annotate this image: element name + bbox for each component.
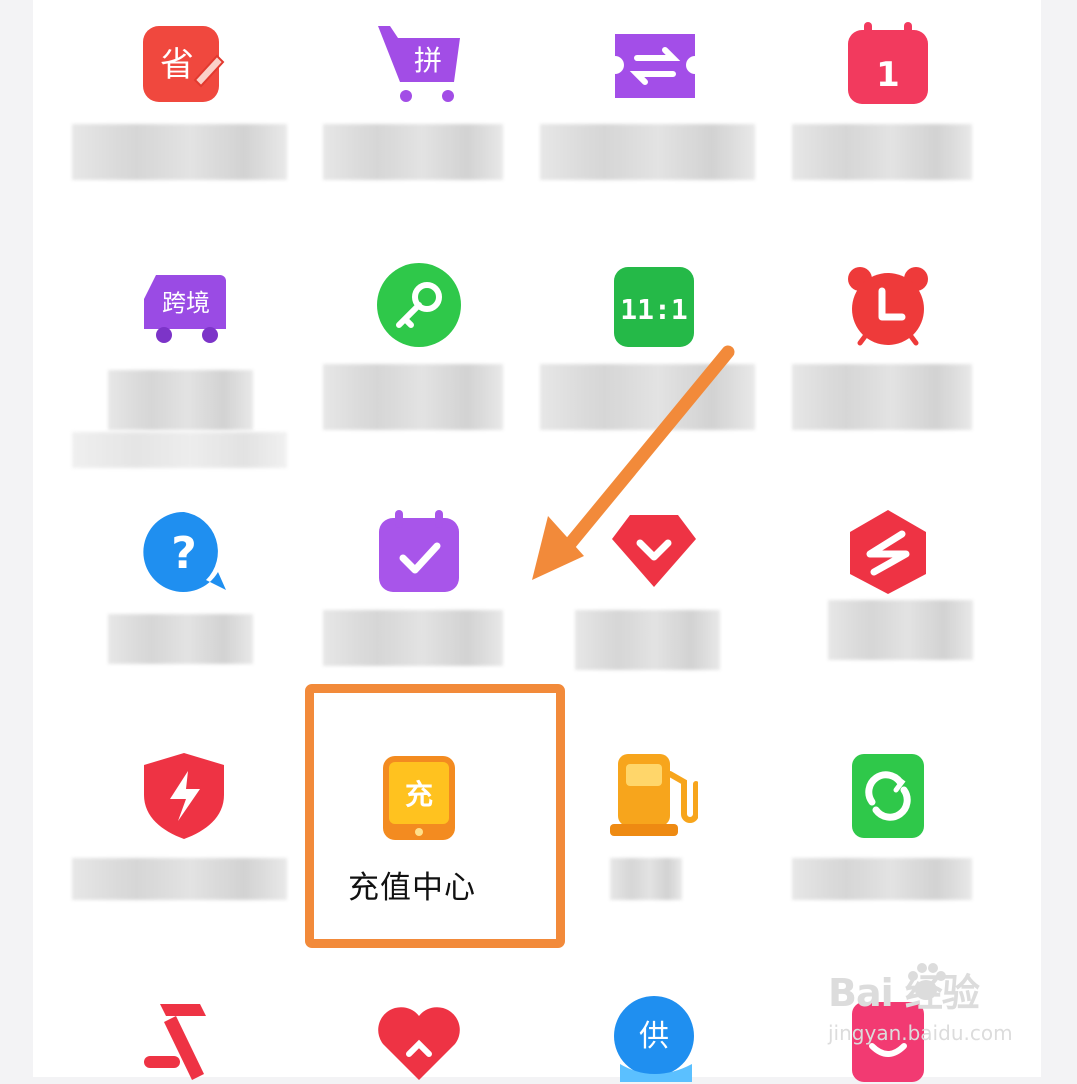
blurred-label — [792, 858, 972, 900]
blurred-label — [72, 858, 287, 900]
group-buy-cart-icon[interactable]: 拼 — [376, 18, 464, 106]
blurred-label — [108, 614, 253, 664]
calendar-day-icon[interactable]: 1 — [844, 20, 932, 108]
svg-text:?: ? — [171, 528, 197, 579]
svg-text:拼: 拼 — [414, 44, 442, 77]
cross-border-truck-icon[interactable]: 跨境 — [140, 261, 228, 349]
blurred-label — [540, 124, 755, 180]
help-question-icon[interactable]: ? — [140, 508, 228, 596]
blurred-label — [540, 364, 755, 430]
blurred-label — [72, 432, 287, 468]
paw-logo-icon — [908, 963, 946, 1000]
blurred-label — [610, 858, 682, 900]
blurred-label — [323, 610, 503, 666]
counter-display-icon[interactable]: 11:1 — [610, 263, 698, 351]
lightning-shield-icon[interactable] — [140, 751, 228, 839]
supply-globe-icon[interactable]: 供 — [610, 994, 698, 1082]
heart-icon[interactable] — [375, 996, 463, 1084]
key-icon[interactable] — [375, 261, 463, 349]
svg-text:1: 1 — [876, 55, 900, 95]
blurred-label — [828, 600, 973, 660]
gem-down-icon[interactable] — [610, 505, 698, 593]
refresh-cycle-icon[interactable] — [844, 752, 932, 840]
exchange-ticket-icon[interactable] — [611, 22, 699, 110]
highlight-box — [305, 684, 565, 948]
fuel-pump-icon[interactable] — [610, 752, 698, 840]
blurred-label — [575, 610, 720, 670]
svg-text:供: 供 — [639, 1019, 669, 1054]
svg-text:11:1: 11:1 — [620, 293, 687, 326]
calendar-check-icon[interactable] — [375, 508, 463, 596]
blurred-label — [72, 124, 287, 180]
svg-text:跨境: 跨境 — [162, 289, 210, 317]
blurred-label — [108, 370, 253, 430]
svg-text:省: 省 — [160, 45, 194, 85]
s-hexagon-icon[interactable] — [844, 508, 932, 596]
blurred-label — [792, 124, 972, 180]
alarm-clock-icon[interactable] — [844, 263, 932, 351]
savings-icon[interactable]: 省 — [139, 20, 227, 108]
blurred-label — [323, 124, 503, 180]
blurred-label — [323, 364, 503, 430]
hammer-icon[interactable] — [140, 994, 228, 1082]
blurred-label — [792, 364, 972, 430]
